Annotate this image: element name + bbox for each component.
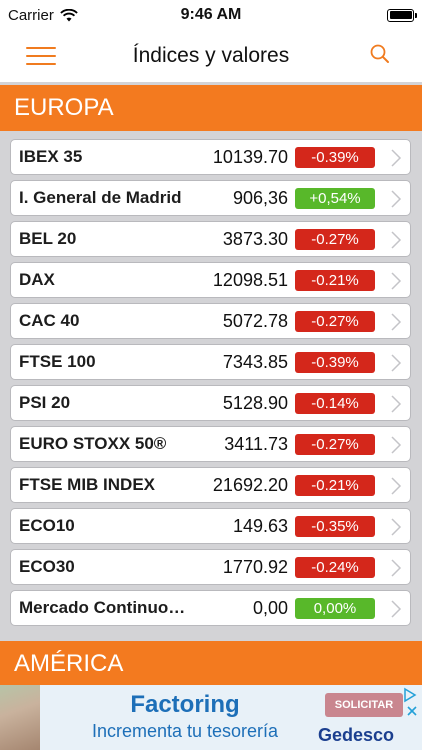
list-item[interactable]: PSI 20 5128.90 -0.14%	[10, 385, 411, 421]
chevron-right-icon	[391, 436, 402, 454]
index-name: I. General de Madrid	[19, 188, 182, 207]
chevron-right-icon	[391, 313, 402, 331]
hamburger-menu-icon[interactable]	[26, 45, 56, 67]
index-value: 21692.20	[212, 475, 288, 495]
index-name: CAC 40	[19, 311, 80, 330]
index-name: PSI 20	[19, 393, 71, 412]
index-value: 3411.73	[224, 434, 288, 454]
list-item[interactable]: ECO30 1770.92 -0.24%	[10, 549, 411, 585]
search-icon[interactable]	[368, 42, 392, 66]
list-item[interactable]: FTSE MIB INDEX 21692.20 -0.21%	[10, 467, 411, 503]
chevron-right-icon	[391, 477, 402, 495]
list-item[interactable]: ECO10 149.63 -0.35%	[10, 508, 411, 544]
wifi-icon	[60, 8, 78, 21]
index-name: BEL 20	[19, 229, 77, 248]
change-badge: -0.24%	[295, 557, 375, 578]
section-header-europa[interactable]: EUROPA	[0, 85, 422, 131]
section-title: EUROPA	[14, 94, 114, 121]
index-name: EURO STOXX 50®	[19, 434, 167, 453]
chevron-right-icon	[391, 354, 402, 372]
index-value: 5128.90	[222, 393, 288, 413]
change-badge: +0,54%	[295, 188, 375, 209]
close-icon[interactable]	[406, 705, 418, 717]
ad-brand-logo: Gedesco	[318, 725, 395, 745]
index-name: FTSE MIB INDEX	[19, 475, 156, 494]
index-value: 3873.30	[222, 229, 288, 249]
change-badge: -0.35%	[295, 516, 375, 537]
index-value: 10139.70	[212, 147, 288, 167]
index-value: 5072.78	[222, 311, 288, 331]
change-badge: -0.21%	[295, 270, 375, 291]
index-name: Mercado Continuo…	[19, 598, 186, 617]
list-item[interactable]: FTSE 100 7343.85 -0.39%	[10, 344, 411, 380]
chevron-right-icon	[391, 272, 402, 290]
ad-image	[0, 685, 40, 750]
chevron-right-icon	[391, 190, 402, 208]
navigation-bar: Índices y valores	[0, 30, 422, 82]
index-name: ECO10	[19, 516, 75, 535]
list-item[interactable]: IBEX 35 10139.70 -0.39%	[10, 139, 411, 175]
chevron-right-icon	[391, 559, 402, 577]
list-item[interactable]: DAX 12098.51 -0.21%	[10, 262, 411, 298]
ad-banner[interactable]: Factoring Incrementa tu tesorería SOLICI…	[0, 685, 422, 750]
index-value: 7343.85	[222, 352, 288, 372]
chevron-right-icon	[391, 600, 402, 618]
change-badge: -0.27%	[295, 311, 375, 332]
list-item[interactable]: Mercado Continuo… 0,00 0,00%	[10, 590, 411, 626]
chevron-right-icon	[391, 395, 402, 413]
status-bar-right	[387, 8, 417, 22]
page-title: Índices y valores	[132, 44, 290, 67]
list-item[interactable]: EURO STOXX 50® 3411.73 -0.27%	[10, 426, 411, 462]
ad-cta-button[interactable]: SOLICITAR	[325, 693, 403, 717]
index-value: 906,36	[232, 188, 288, 208]
change-badge: 0,00%	[295, 598, 375, 619]
change-badge: -0.27%	[295, 434, 375, 455]
change-badge: -0.21%	[295, 475, 375, 496]
status-bar: Carrier 9:46 AM	[0, 0, 422, 30]
ad-title: Factoring	[130, 691, 240, 718]
index-value: 149.63	[232, 516, 288, 536]
index-value: 0,00	[252, 598, 288, 618]
index-value: 1770.92	[222, 557, 288, 577]
index-name: DAX	[19, 270, 55, 289]
status-bar-left: Carrier	[8, 7, 78, 24]
chevron-right-icon	[391, 518, 402, 536]
ad-subtitle: Incrementa tu tesorería	[91, 721, 279, 741]
index-name: FTSE 100	[19, 352, 96, 371]
index-value: 12098.51	[212, 270, 288, 290]
list-item[interactable]: I. General de Madrid 906,36 +0,54%	[10, 180, 411, 216]
index-name: ECO30	[19, 557, 75, 576]
chevron-right-icon	[391, 231, 402, 249]
section-header-america[interactable]: AMÉRICA	[0, 641, 422, 687]
list-item[interactable]: CAC 40 5072.78 -0.27%	[10, 303, 411, 339]
list-item[interactable]: BEL 20 3873.30 -0.27%	[10, 221, 411, 257]
change-badge: -0.14%	[295, 393, 375, 414]
section-title: AMÉRICA	[14, 650, 124, 677]
index-name: IBEX 35	[19, 147, 83, 166]
carrier-label: Carrier	[8, 6, 54, 24]
change-badge: -0.27%	[295, 229, 375, 250]
change-badge: -0.39%	[295, 352, 375, 373]
battery-icon	[387, 8, 417, 22]
adchoices-icon[interactable]	[402, 687, 418, 703]
chevron-right-icon	[391, 149, 402, 167]
change-badge: -0.39%	[295, 147, 375, 168]
